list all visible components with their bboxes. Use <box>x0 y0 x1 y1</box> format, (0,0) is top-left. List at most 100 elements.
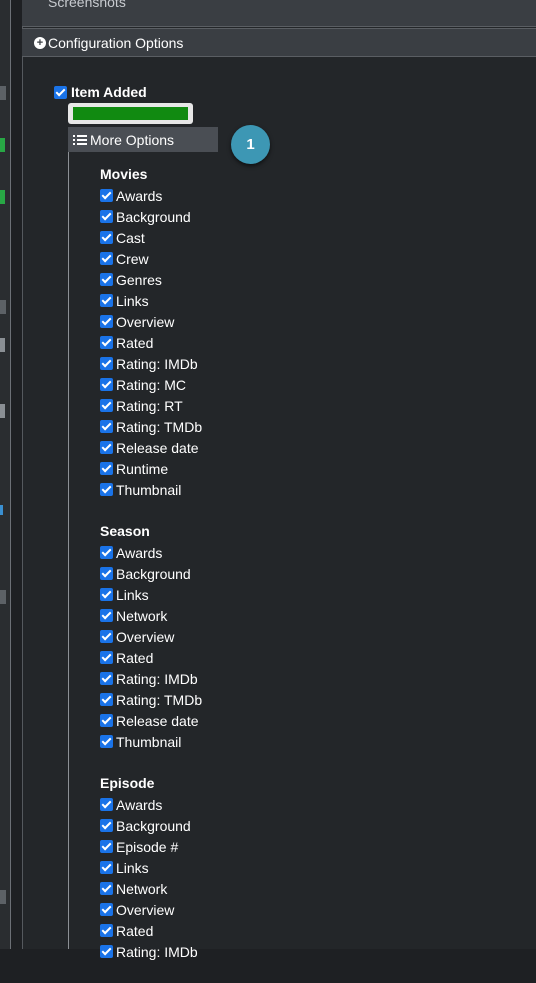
option-item[interactable]: Awards <box>100 794 202 815</box>
option-label: Rated <box>116 649 154 666</box>
option-checkbox[interactable] <box>100 294 113 307</box>
color-picker[interactable] <box>68 103 193 124</box>
option-checkbox[interactable] <box>100 357 113 370</box>
option-item[interactable]: Overview <box>100 626 202 647</box>
option-checkbox[interactable] <box>100 861 113 874</box>
left-sidebar-edge <box>0 0 11 949</box>
option-item[interactable]: Cast <box>100 227 202 248</box>
option-label: Rated <box>116 922 154 939</box>
option-item[interactable]: Background <box>100 206 202 227</box>
option-checkbox[interactable] <box>100 567 113 580</box>
sidebar-marker <box>0 190 5 204</box>
option-item[interactable]: Overview <box>100 899 202 920</box>
option-label: Links <box>116 292 149 309</box>
sidebar-marker <box>0 86 6 100</box>
option-label: Network <box>116 607 168 624</box>
option-item[interactable]: Rating: MC <box>100 374 202 395</box>
option-checkbox[interactable] <box>100 273 113 286</box>
option-item[interactable]: Release date <box>100 710 202 731</box>
option-item[interactable]: Rating: RT <box>100 395 202 416</box>
option-label: Overview <box>116 313 175 330</box>
option-item[interactable]: Genres <box>100 269 202 290</box>
screenshots-section[interactable]: Screenshots <box>22 0 536 27</box>
option-label: Crew <box>116 250 149 267</box>
item-added-label: Item Added <box>71 84 147 100</box>
option-checkbox[interactable] <box>100 441 113 454</box>
option-label: Network <box>116 880 168 897</box>
option-item[interactable]: Thumbnail <box>100 479 202 500</box>
option-label: Overview <box>116 901 175 918</box>
option-checkbox[interactable] <box>100 399 113 412</box>
option-item[interactable]: Thumbnail <box>100 731 202 752</box>
option-label: Thumbnail <box>116 733 182 750</box>
option-checkbox[interactable] <box>100 315 113 328</box>
option-item[interactable]: Crew <box>100 248 202 269</box>
option-checkbox[interactable] <box>100 945 113 958</box>
option-checkbox[interactable] <box>100 609 113 622</box>
option-checkbox[interactable] <box>100 420 113 433</box>
option-item[interactable]: Rated <box>100 332 202 353</box>
option-item[interactable]: Links <box>100 584 202 605</box>
option-label: Overview <box>116 628 175 645</box>
option-checkbox[interactable] <box>100 672 113 685</box>
more-options-button[interactable]: More Options <box>68 127 218 152</box>
option-checkbox[interactable] <box>100 903 113 916</box>
option-checkbox[interactable] <box>100 798 113 811</box>
option-checkbox[interactable] <box>100 819 113 832</box>
option-checkbox[interactable] <box>100 714 113 727</box>
option-checkbox[interactable] <box>100 882 113 895</box>
option-item[interactable]: Episode # <box>100 836 202 857</box>
option-item[interactable]: Links <box>100 290 202 311</box>
option-checkbox[interactable] <box>100 336 113 349</box>
option-checkbox[interactable] <box>100 588 113 601</box>
option-checkbox[interactable] <box>100 630 113 643</box>
sidebar-marker <box>0 138 5 152</box>
option-label: Rated <box>116 334 154 351</box>
option-checkbox[interactable] <box>100 252 113 265</box>
option-item[interactable]: Release date <box>100 437 202 458</box>
option-item[interactable]: Awards <box>100 542 202 563</box>
option-checkbox[interactable] <box>100 840 113 853</box>
option-label: Rating: TMDb <box>116 691 203 708</box>
option-checkbox[interactable] <box>100 210 113 223</box>
option-checkbox[interactable] <box>100 651 113 664</box>
option-checkbox[interactable] <box>100 546 113 559</box>
option-group-episode: Episode Awards Background Episode # Links Net… <box>100 773 202 962</box>
option-group-movies: Movies Awards Background Cast Crew Genres Link… <box>100 164 202 500</box>
option-item[interactable]: Background <box>100 563 202 584</box>
option-item[interactable]: Network <box>100 605 202 626</box>
option-item[interactable]: Links <box>100 857 202 878</box>
option-item[interactable]: Rating: TMDb <box>100 416 202 437</box>
group-title: Episode <box>100 775 155 791</box>
option-item[interactable]: Awards <box>100 185 202 206</box>
option-label: Background <box>116 817 191 834</box>
option-checkbox[interactable] <box>100 378 113 391</box>
option-checkbox[interactable] <box>100 189 113 202</box>
option-item[interactable]: Network <box>100 878 202 899</box>
option-checkbox[interactable] <box>100 483 113 496</box>
configuration-options-header[interactable]: + Configuration Options <box>22 28 536 57</box>
option-item[interactable]: Background <box>100 815 202 836</box>
option-item[interactable]: Rating: IMDb <box>100 668 202 689</box>
option-label: Cast <box>116 229 145 246</box>
option-label: Awards <box>116 544 163 561</box>
option-label: Rating: IMDb <box>116 355 198 372</box>
option-label: Rating: RT <box>116 397 183 414</box>
option-item[interactable]: Runtime <box>100 458 202 479</box>
option-item[interactable]: Rating: IMDb <box>100 353 202 374</box>
option-item[interactable]: Rated <box>100 920 202 941</box>
option-item[interactable]: Overview <box>100 311 202 332</box>
option-checkbox[interactable] <box>100 924 113 937</box>
option-label: Rating: MC <box>116 376 187 393</box>
option-item[interactable]: Rating: TMDb <box>100 689 202 710</box>
option-label: Rating: IMDb <box>116 670 198 687</box>
option-checkbox[interactable] <box>100 462 113 475</box>
option-checkbox[interactable] <box>100 693 113 706</box>
option-item[interactable]: Rating: IMDb <box>100 941 202 962</box>
option-item[interactable]: Rated <box>100 647 202 668</box>
option-checkbox[interactable] <box>100 231 113 244</box>
item-added-checkbox[interactable] <box>54 85 67 99</box>
item-added-option[interactable]: Item Added <box>54 84 147 100</box>
options-divider <box>68 152 69 949</box>
option-checkbox[interactable] <box>100 735 113 748</box>
